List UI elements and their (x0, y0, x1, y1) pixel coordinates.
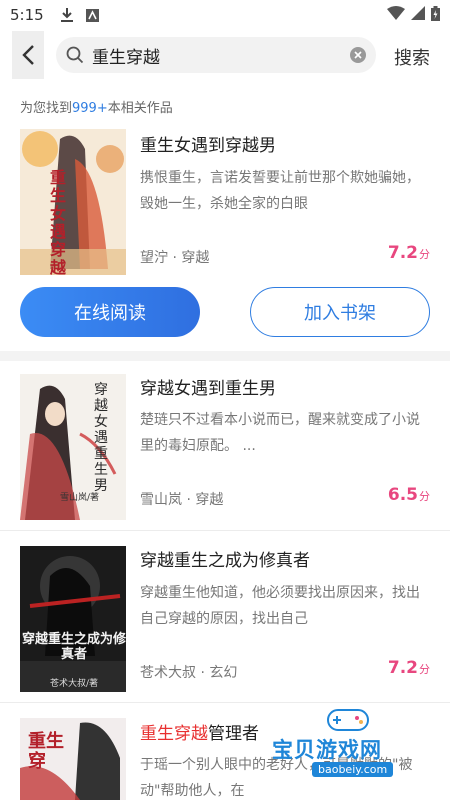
cover-author: 苍术大叔/著 (50, 679, 99, 689)
watermark: 宝贝游戏网 baobeiy.com (268, 704, 438, 784)
clock: 5:15 (10, 6, 44, 24)
wifi-icon (387, 6, 405, 24)
status-bar: 5:15 (0, 0, 450, 30)
download-icon (60, 8, 74, 22)
book-cover[interactable]: 重生穿 (20, 718, 126, 800)
cover-title: 穿越重生之成为修真者 (22, 632, 126, 662)
signal-icon (411, 6, 425, 24)
search-header: 重生穿越 搜索 (0, 30, 450, 80)
search-button[interactable]: 搜索 (394, 44, 430, 70)
book-title[interactable]: 重生女遇到穿越男 (140, 131, 276, 156)
book-title[interactable]: 重生穿越管理者 (140, 719, 259, 744)
watermark-name: 宝贝游戏网 (272, 738, 382, 762)
battery-icon (431, 5, 440, 25)
watermark-url: baobeiy.com (312, 762, 394, 777)
result-count: 为您找到999+本相关作品 (20, 101, 173, 116)
cover-title: 穿越女遇重生男 (94, 382, 108, 494)
app-notification-icon (86, 8, 100, 22)
search-query[interactable]: 重生穿越 (92, 43, 350, 68)
book-title[interactable]: 穿越重生之成为修真者 (140, 546, 310, 571)
clear-icon[interactable] (350, 47, 366, 63)
section-divider (0, 351, 450, 361)
read-online-button[interactable]: 在线阅读 (20, 287, 200, 337)
search-icon (66, 46, 84, 64)
book-author-genre: 望泞 · 穿越 (140, 250, 210, 266)
result-count-number: 999+ (72, 101, 108, 116)
title-highlight: 重生穿越 (140, 724, 208, 744)
cover-title: 重生女遇穿越男 (50, 168, 67, 276)
book-author-genre: 雪山岚 · 穿越 (140, 492, 224, 508)
search-input[interactable]: 重生穿越 (56, 37, 376, 73)
cover-author: 雪山岚/著 (60, 493, 100, 503)
book-score: 6.5分 (387, 485, 430, 505)
book-description: 楚琏只不过看本小说而已，醒来就变成了小说里的毒妇原配。 ... (140, 412, 420, 454)
cover-title: 重生穿 (28, 731, 64, 772)
list-divider (0, 530, 450, 531)
back-button[interactable] (12, 31, 44, 79)
back-arrow-icon (22, 45, 34, 65)
book-description: 携恨重生，言诺发誓要让前世那个欺她骗她，毁她一生，杀她全家的白眼 (140, 170, 420, 212)
add-to-shelf-button[interactable]: 加入书架 (250, 287, 430, 337)
book-title[interactable]: 穿越女遇到重生男 (140, 374, 276, 399)
gamepad-icon (327, 709, 369, 731)
book-cover[interactable]: 穿越重生之成为修真者 苍术大叔/著 (20, 546, 126, 692)
book-author-genre: 苍术大叔 · 玄幻 (140, 665, 238, 681)
book-description: 穿越重生他知道，他必须要找出原因来，找出自己穿越的原因，找出自己 (140, 585, 420, 627)
list-divider (0, 702, 450, 703)
book-cover[interactable]: 穿越女遇重生男 雪山岚/著 (20, 374, 126, 520)
book-cover[interactable]: 重生女遇穿越男 (20, 129, 126, 275)
book-score: 7.2分 (387, 658, 430, 678)
book-score: 7.2分 (387, 243, 430, 263)
